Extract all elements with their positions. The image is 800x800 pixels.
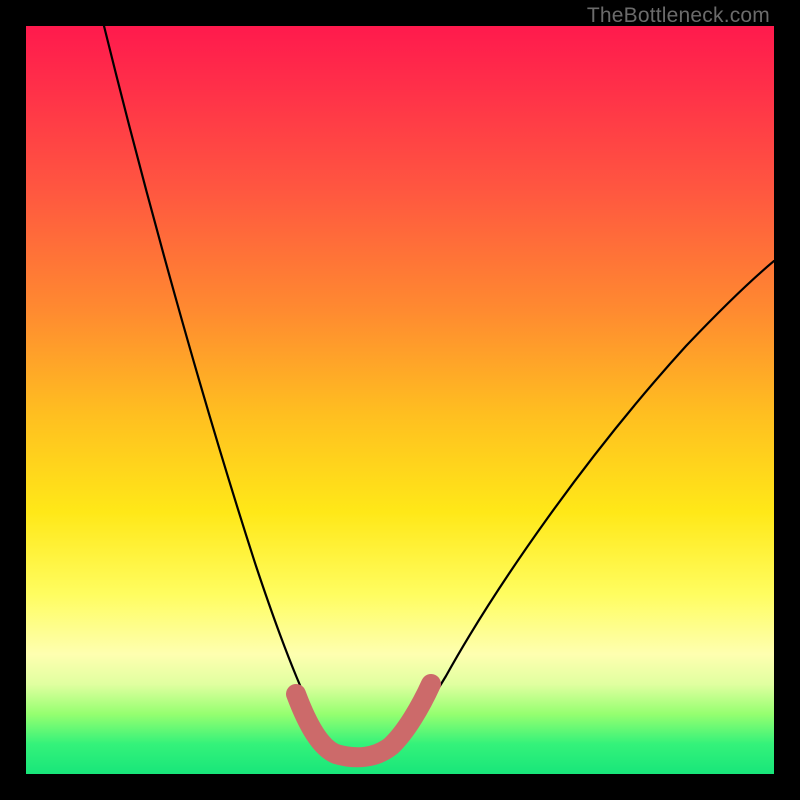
watermark-text: TheBottleneck.com — [587, 4, 770, 28]
bottleneck-curve — [104, 26, 774, 754]
highlight-band — [296, 684, 431, 757]
chart-frame: TheBottleneck.com — [0, 0, 800, 800]
bottleneck-curve-svg — [26, 26, 774, 774]
plot-area — [26, 26, 774, 774]
